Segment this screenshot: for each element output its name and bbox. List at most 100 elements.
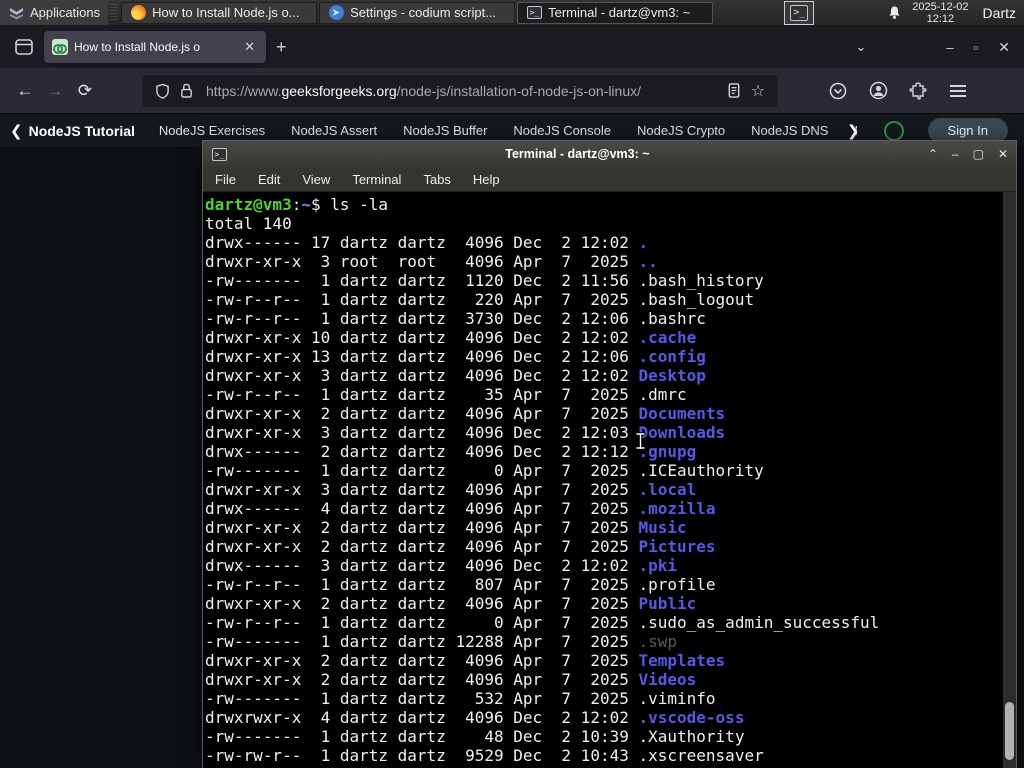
lock-icon[interactable] (174, 79, 198, 103)
terminal-menu-file[interactable]: File (215, 172, 236, 187)
menu-hamburger-icon[interactable] (944, 77, 972, 105)
list-tabs-chevron-icon[interactable]: ⌄ (856, 39, 867, 55)
file-name: Documents (638, 404, 726, 423)
chevron-right-icon[interactable]: ❯ (847, 122, 860, 140)
terminal-line: drwxr-xr-x 3 dartz dartz 4096 Dec 2 12:0… (205, 366, 706, 385)
terminal-line: -rw------- 1 dartz dartz 48 Dec 2 10:39 … (205, 727, 745, 746)
file-name: Music (638, 518, 687, 537)
terminal-menu-view[interactable]: View (302, 172, 330, 187)
panel-handle (110, 3, 119, 22)
firefox-view-icon[interactable] (10, 33, 38, 61)
terminal-line: drwxrwxr-x 4 dartz dartz 4096 Dec 2 12:0… (205, 708, 745, 727)
clock-date: 2025-12-02 (912, 0, 969, 13)
tab-title: How to Install Node.js o (74, 40, 201, 54)
terminal-launcher[interactable]: >_ (784, 0, 815, 25)
file-name: Public (638, 594, 697, 613)
terminal-line: -rw-rw-r-- 1 dartz dartz 9529 Dec 2 10:4… (205, 746, 764, 765)
file-name: Pictures (638, 537, 716, 556)
taskbar-window-codium[interactable]: Settings - codium script... (319, 1, 516, 24)
terminal-line: drwxr-xr-x 2 dartz dartz 4096 Apr 7 2025… (205, 594, 697, 613)
file-name: .Xauthority (638, 727, 745, 746)
file-name: Templates (638, 651, 726, 670)
file-name: .local (638, 480, 697, 499)
terminal-line: -rw-r--r-- 1 dartz dartz 807 Apr 7 2025 … (205, 575, 716, 594)
file-name: .sudo_as_admin_successful (638, 613, 880, 632)
window-maximize-button[interactable]: ▫ (974, 40, 979, 55)
bookmark-star-icon[interactable]: ☆ (746, 79, 770, 103)
terminal-scrollbar[interactable] (1003, 192, 1016, 768)
site-nav-item[interactable]: NodeJS Console (513, 123, 611, 138)
terminal-menubar: File Edit View Terminal Tabs Help (203, 167, 1016, 192)
terminal-line: -rw------- 1 dartz dartz 0 Apr 7 2025 .I… (205, 461, 764, 480)
terminal-line: drwxr-xr-x 13 dartz dartz 4096 Dec 2 12:… (205, 347, 706, 366)
window-close-button[interactable]: ✕ (998, 39, 1010, 56)
clock-time: 12:12 (926, 12, 955, 25)
terminal-menu-tabs[interactable]: Tabs (423, 172, 450, 187)
top-panel: Applications How to Install Node.js o...… (0, 0, 1024, 26)
terminal-scrollbar-thumb[interactable] (1005, 702, 1014, 760)
pocket-icon[interactable] (824, 77, 852, 105)
terminal-line: -rw-r--r-- 1 dartz dartz 35 Apr 7 2025 .… (205, 385, 687, 404)
terminal-menu-terminal[interactable]: Terminal (352, 172, 401, 187)
site-nav-items: NodeJS Exercises NodeJS Assert NodeJS Buff… (159, 123, 857, 138)
terminal-line: drwx------ 2 dartz dartz 4096 Dec 2 12:1… (205, 442, 697, 461)
terminal-line: drwxr-xr-x 3 dartz dartz 4096 Apr 7 2025… (205, 480, 697, 499)
site-search-icon[interactable] (883, 120, 904, 141)
terminal-minimize-button[interactable]: – (952, 147, 959, 161)
panel-user-label: Dartz (982, 4, 1016, 21)
terminal-line: drwxr-xr-x 2 dartz dartz 4096 Apr 7 2025… (205, 537, 716, 556)
terminal-screen[interactable]: dartz@vm3:~$ ls -la total 140 drwx------… (203, 192, 1016, 768)
terminal-shade-button[interactable]: ⌃ (928, 147, 938, 161)
taskbar-window-label: Terminal - dartz@vm3: ~ (548, 5, 691, 20)
file-name: .bash_logout (638, 290, 755, 309)
forward-button[interactable]: → (40, 76, 70, 106)
desktop: Applications How to Install Node.js o...… (0, 0, 1024, 768)
file-name: Desktop (638, 366, 706, 385)
taskbar-window-label: Settings - codium script... (350, 5, 497, 20)
terminal-line: drwxr-xr-x 10 dartz dartz 4096 Dec 2 12:… (205, 328, 697, 347)
tracking-shield-icon[interactable] (150, 79, 174, 103)
url-bar[interactable]: https://www.geeksforgeeks.org/node-js/in… (142, 74, 778, 107)
site-nav-item[interactable]: NodeJS Crypto (637, 123, 725, 138)
firefox-icon (130, 5, 146, 21)
taskbar-window-firefox[interactable]: How to Install Node.js o... (121, 1, 318, 24)
taskbar-window-label: How to Install Node.js o... (152, 5, 300, 20)
tab-close-icon[interactable]: ✕ (241, 38, 258, 56)
terminal-line: drwxr-xr-x 2 dartz dartz 4096 Apr 7 2025… (205, 404, 726, 423)
reader-mode-icon[interactable] (722, 79, 746, 103)
terminal-line: drwxr-xr-x 2 dartz dartz 4096 Apr 7 2025… (205, 518, 687, 537)
terminal-line: -rw-r--r-- 1 dartz dartz 0 Apr 7 2025 .s… (205, 613, 880, 632)
back-button[interactable]: ← (10, 76, 40, 106)
applications-menu[interactable]: Applications (0, 0, 109, 25)
site-nav-item[interactable]: NodeJS Buffer (403, 123, 487, 138)
terminal-icon: >_ (790, 4, 809, 21)
file-name: . (638, 233, 649, 252)
tab-active[interactable]: How to Install Node.js o ✕ (44, 31, 266, 63)
file-name: .mozilla (638, 499, 716, 518)
terminal-line: -rw-r--r-- 1 dartz dartz 3730 Dec 2 12:0… (205, 309, 706, 328)
account-icon[interactable] (864, 77, 892, 105)
terminal-close-button[interactable]: ✕ (998, 147, 1008, 161)
window-minimize-button[interactable]: – (946, 40, 953, 55)
terminal-line: -rw------- 1 dartz dartz 12288 Apr 7 202… (205, 632, 678, 651)
terminal-titlebar[interactable]: >_ Terminal - dartz@vm3: ~ ⌃ – ▢ ✕ (203, 141, 1016, 167)
extensions-icon[interactable] (904, 77, 932, 105)
site-nav-item[interactable]: NodeJS Assert (291, 123, 377, 138)
taskbar-window-terminal[interactable]: >_ Terminal - dartz@vm3: ~ (517, 1, 714, 24)
site-nav-back[interactable]: ❮ NodeJS Tutorial (10, 122, 135, 140)
terminal-line: drwx------ 4 dartz dartz 4096 Apr 7 2025… (205, 499, 716, 518)
notification-bell-icon[interactable] (884, 5, 904, 21)
site-nav-item[interactable]: NodeJS Exercises (159, 123, 265, 138)
terminal-menu-edit[interactable]: Edit (258, 172, 280, 187)
reload-button[interactable]: ⟳ (70, 76, 100, 106)
url-text[interactable]: https://www.geeksforgeeks.org/node-js/in… (206, 83, 722, 99)
terminal-title: Terminal - dartz@vm3: ~ (505, 147, 650, 161)
terminal-menu-help[interactable]: Help (473, 172, 500, 187)
new-tab-button[interactable]: + (266, 35, 297, 60)
file-name: .bashrc (638, 309, 706, 328)
chevron-left-icon: ❮ (10, 122, 23, 140)
site-nav-item[interactable]: NodeJS DNS (751, 123, 828, 138)
terminal-maximize-button[interactable]: ▢ (973, 147, 984, 161)
file-name: .config (638, 347, 706, 366)
text-cursor (635, 432, 646, 450)
